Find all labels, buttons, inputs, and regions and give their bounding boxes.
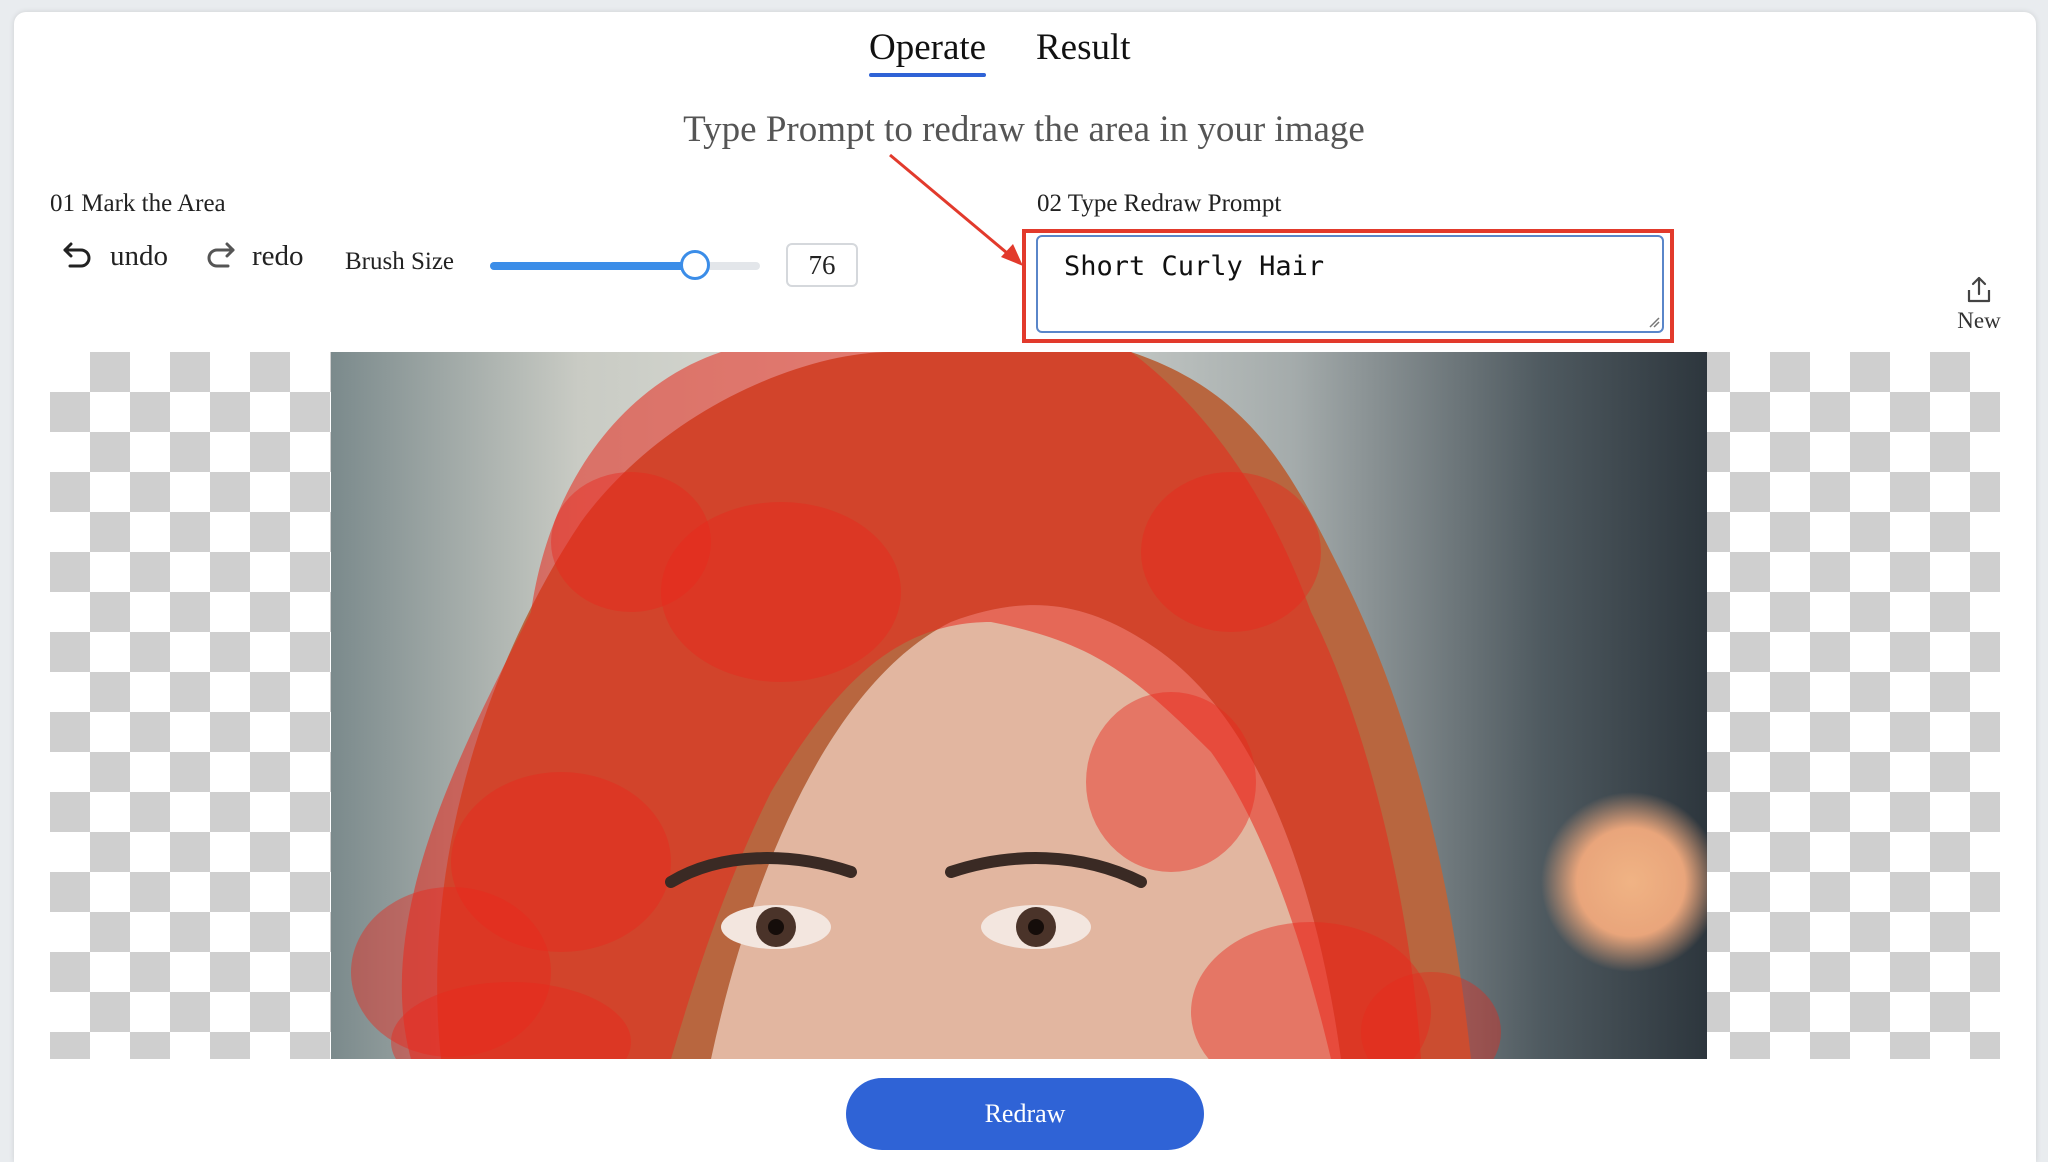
tab-operate[interactable]: Operate <box>869 26 987 77</box>
slider-thumb[interactable] <box>680 250 711 280</box>
upload-icon <box>1967 276 1991 303</box>
portrait-image <box>331 352 1707 1059</box>
redo-icon <box>207 242 235 268</box>
undo-icon <box>63 242 91 268</box>
slider-fill <box>490 262 696 270</box>
redraw-button[interactable]: Redraw <box>846 1078 1204 1150</box>
redo-label: redo <box>252 239 304 272</box>
tab-result[interactable]: Result <box>1036 26 1131 69</box>
mask-canvas[interactable] <box>50 352 2000 1059</box>
resize-grip-icon[interactable] <box>1648 316 1660 328</box>
brush-size-slider[interactable] <box>490 250 760 280</box>
brush-size-label: Brush Size <box>345 248 455 275</box>
mark-area-label: 01 Mark the Area <box>50 190 226 217</box>
hair-mask-overlay <box>351 352 1501 1059</box>
brush-size-input[interactable]: 76 <box>786 243 858 287</box>
redo-button[interactable]: redo <box>202 238 304 274</box>
redraw-prompt-input[interactable]: Short Curly Hair <box>1036 235 1664 333</box>
undo-label: undo <box>110 239 168 272</box>
redraw-prompt-label: 02 Type Redraw Prompt <box>1037 190 1282 217</box>
undo-button[interactable]: undo <box>60 238 168 274</box>
annotation-arrow <box>889 153 1023 266</box>
new-label: New <box>1957 308 2001 333</box>
new-button[interactable]: New <box>1946 274 2012 334</box>
